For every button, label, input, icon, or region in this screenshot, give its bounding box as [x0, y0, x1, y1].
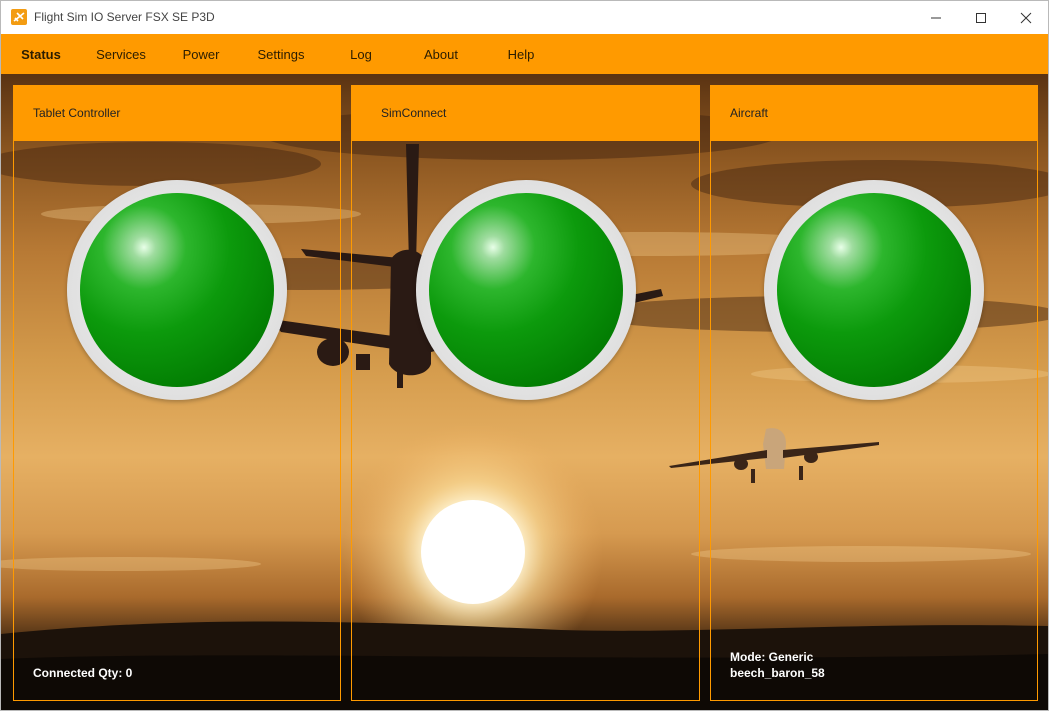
green-lamp-icon	[777, 193, 971, 387]
title-bar: Flight Sim IO Server FSX SE P3D	[1, 1, 1048, 34]
panel-header: Tablet Controller	[14, 86, 340, 141]
aircraft-name-text: beech_baron_58	[730, 666, 825, 680]
tablet-controller-panel: Tablet Controller Connected Qty: 0	[13, 85, 341, 701]
panel-title: Aircraft	[730, 106, 769, 120]
menu-status[interactable]: Status	[1, 47, 81, 62]
green-lamp-icon	[80, 193, 274, 387]
simconnect-panel: SimConnect	[351, 85, 700, 701]
connected-qty-text: Connected Qty: 0	[33, 666, 133, 680]
aircraft-status-indicator	[764, 180, 984, 400]
menu-settings[interactable]: Settings	[241, 47, 321, 62]
panel-header: Aircraft	[711, 86, 1037, 141]
menu-about[interactable]: About	[401, 47, 481, 62]
close-icon[interactable]	[1003, 1, 1048, 34]
simconnect-status-indicator	[416, 180, 636, 400]
menu-log[interactable]: Log	[321, 47, 401, 62]
aircraft-panel: Aircraft Mode: Generic beech_baron_58	[710, 85, 1038, 701]
airplane-app-icon	[11, 9, 27, 25]
panel-header: SimConnect	[352, 86, 699, 141]
app-window: Flight Sim IO Server FSX SE P3D Status S…	[0, 0, 1049, 711]
tablet-status-indicator	[67, 180, 287, 400]
window-title: Flight Sim IO Server FSX SE P3D	[34, 10, 215, 24]
menu-bar: Status Services Power Settings Log About…	[1, 34, 1048, 74]
green-lamp-icon	[429, 193, 623, 387]
aircraft-mode-text: Mode: Generic	[730, 650, 814, 664]
menu-services[interactable]: Services	[81, 47, 161, 62]
panel-title: SimConnect	[381, 106, 447, 120]
minimize-icon[interactable]	[913, 1, 959, 34]
panel-title: Tablet Controller	[33, 106, 121, 120]
maximize-icon[interactable]	[958, 1, 1004, 34]
menu-help[interactable]: Help	[481, 47, 561, 62]
menu-power[interactable]: Power	[161, 47, 241, 62]
